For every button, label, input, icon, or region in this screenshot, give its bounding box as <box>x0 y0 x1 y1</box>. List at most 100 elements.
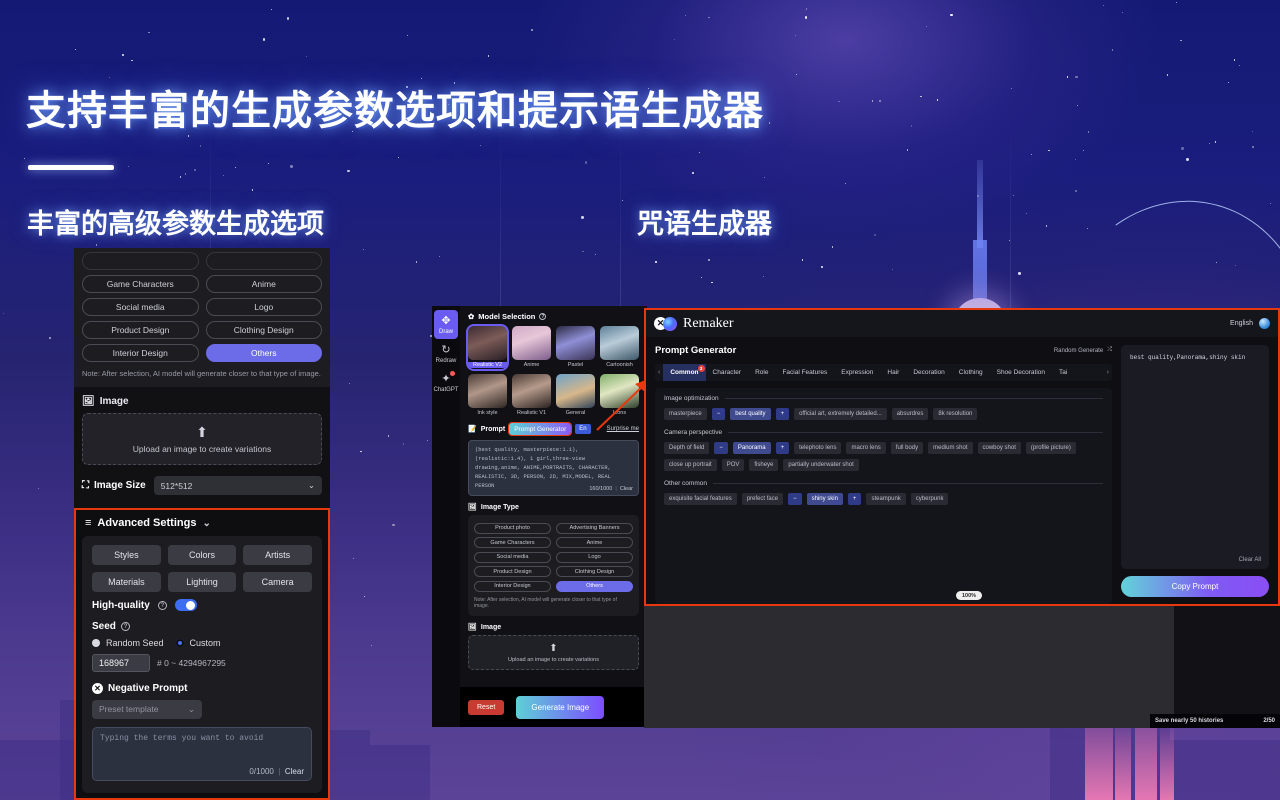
decrement-weight-button[interactable]: − <box>711 408 726 420</box>
image-type-chip[interactable]: Game Characters <box>474 537 551 548</box>
tab-character[interactable]: Character <box>706 364 749 381</box>
chevron-down-icon[interactable]: ⌄ <box>202 518 210 529</box>
tag-medium-shot[interactable]: medium shot <box>928 442 973 454</box>
tabs-prev-arrow[interactable]: ‹ <box>655 369 663 376</box>
help-icon[interactable]: ? <box>157 600 167 610</box>
tag-panorama[interactable]: Panorama <box>732 442 771 454</box>
image-type-chip[interactable]: Clothing Design <box>556 566 633 577</box>
image-type-chip[interactable] <box>82 252 199 270</box>
image-type-chip[interactable]: Others <box>556 580 633 592</box>
image-type-chip[interactable]: Interior Design <box>474 580 551 592</box>
model-card-pastel[interactable]: Pastel <box>556 326 595 369</box>
tabs-next-arrow[interactable]: › <box>1104 369 1112 376</box>
tag-depth-of-field[interactable]: Depth of field <box>664 442 710 454</box>
negative-prompt-clear[interactable]: Clear <box>285 767 304 776</box>
tag-telephoto-lens[interactable]: telephoto lens <box>794 442 842 454</box>
model-card-realistic-v2[interactable]: Realistic V2 <box>466 324 509 371</box>
image-type-chip[interactable]: Advertising Banners <box>556 522 633 534</box>
seed-input[interactable]: 168967 <box>92 654 150 672</box>
tag-exquisite-facial-features[interactable]: exquisite facial features <box>664 493 737 505</box>
tag-best-quality[interactable]: best quality <box>730 408 771 420</box>
sidebar-item-chatgpt[interactable]: ✦ ChatGPT <box>432 368 460 397</box>
language-selector[interactable]: English <box>1230 320 1253 327</box>
prompt-clear[interactable]: Clear <box>620 486 633 492</box>
image-type-chip[interactable]: Logo <box>556 551 633 563</box>
increment-weight-button[interactable]: + <box>775 442 790 454</box>
sidebar-item-draw[interactable]: ✥ Draw <box>434 310 458 339</box>
upload-dropzone[interactable]: ⬆ Upload an image to create variations <box>468 635 639 670</box>
image-type-chip[interactable]: Anime <box>205 275 322 293</box>
surprise-me-link[interactable]: Surprise me <box>607 426 639 432</box>
custom-seed-radio[interactable] <box>175 639 184 647</box>
output-textarea[interactable]: best quality,Panorama,shiny skin Clear A… <box>1121 345 1269 569</box>
negative-prompt-textarea[interactable]: Typing the terms you want to avoid 0/100… <box>92 727 312 781</box>
tag-masterpiece[interactable]: masterpiece <box>664 408 707 420</box>
image-type-chip[interactable]: Social media <box>82 298 199 316</box>
tag-cyberpunk[interactable]: cyberpunk <box>910 493 949 505</box>
tag-close-up-portrait[interactable]: close up portrait <box>664 459 717 471</box>
image-type-chip[interactable]: Logo <box>205 298 322 316</box>
model-card-cartoonish[interactable]: Cartoonish <box>600 326 639 369</box>
image-type-chip[interactable]: Others <box>205 344 322 362</box>
tag-partially-underwater-shot[interactable]: partially underwater shot <box>783 459 859 471</box>
tab-tai[interactable]: Tai <box>1052 364 1074 381</box>
tag-cowboy-shot[interactable]: cowboy shot <box>977 442 1021 454</box>
increment-weight-button[interactable]: + <box>847 493 862 505</box>
globe-icon[interactable] <box>1259 318 1270 329</box>
decrement-weight-button[interactable]: − <box>714 442 728 454</box>
upload-dropzone[interactable]: ⬆ Upload an image to create variations <box>82 413 322 466</box>
help-icon[interactable]: ? <box>120 622 130 631</box>
preset-template-select[interactable]: Preset template ⌄ <box>92 700 202 719</box>
decrement-weight-button[interactable]: − <box>788 493 802 505</box>
advanced-button-materials[interactable]: Materials <box>92 572 161 592</box>
tag-8k-resolution[interactable]: 8k resolution <box>933 408 978 420</box>
advanced-button-colors[interactable]: Colors <box>167 545 237 565</box>
clear-all-button[interactable]: Clear All <box>1239 557 1261 563</box>
random-seed-radio[interactable] <box>92 639 100 647</box>
tab-decoration[interactable]: Decoration <box>906 364 951 381</box>
tag-official-art-extremely-detailed[interactable]: official art, extremely detailed... <box>794 408 887 420</box>
image-type-chip[interactable] <box>205 252 322 270</box>
image-type-chip[interactable]: Clothing Design <box>205 321 322 339</box>
tag-prefect-face[interactable]: prefect face <box>741 493 784 505</box>
tab-facial-features[interactable]: Facial Features <box>775 364 834 381</box>
image-type-chip[interactable]: Product Design <box>474 566 551 577</box>
advanced-settings-header[interactable]: ≡ Advanced Settings ⌄ <box>76 510 328 536</box>
tab-common[interactable]: Common 3 <box>663 364 706 381</box>
copy-prompt-button[interactable]: Copy Prompt <box>1121 576 1269 597</box>
tab-expression[interactable]: Expression <box>834 364 880 381</box>
model-card-anime[interactable]: Anime <box>512 326 551 369</box>
tag-pov[interactable]: POV <box>721 459 745 471</box>
sidebar-item-redraw[interactable]: ↻ Redraw <box>432 339 460 368</box>
reset-button[interactable]: Reset <box>468 699 505 715</box>
high-quality-toggle[interactable] <box>174 599 197 611</box>
tag-full-body[interactable]: full body <box>890 442 924 454</box>
image-type-chip[interactable]: Product Design <box>82 321 199 339</box>
tab-clothing[interactable]: Clothing <box>952 364 990 381</box>
tab-role[interactable]: Role <box>748 364 775 381</box>
tag-profile-picture[interactable]: (profile picture) <box>1025 442 1076 454</box>
tag-absurdres[interactable]: absurdres <box>891 408 929 420</box>
random-generate-button[interactable]: Random Generate ⤮ <box>1054 347 1112 354</box>
advanced-button-lighting[interactable]: Lighting <box>167 572 237 592</box>
tag-steampunk[interactable]: steampunk <box>866 493 906 505</box>
image-type-chip[interactable]: Interior Design <box>82 344 199 362</box>
image-size-select[interactable]: 512*512 ⌄ <box>153 476 322 496</box>
model-card-ink-style[interactable]: Ink style <box>468 374 507 416</box>
image-type-chip[interactable]: Product photo <box>474 522 551 534</box>
prompt-textarea[interactable]: (best quality, masterpiece:1.1), (realis… <box>468 440 639 496</box>
prompt-generator-button[interactable]: Prompt Generator <box>508 422 573 436</box>
image-type-chip[interactable]: Game Characters <box>82 275 199 293</box>
generate-image-button[interactable]: Generate Image <box>516 695 605 719</box>
help-icon[interactable]: ? <box>539 313 547 320</box>
tag-macro-lens[interactable]: macro lens <box>846 442 886 454</box>
advanced-button-artists[interactable]: Artists <box>243 545 313 565</box>
tag-fisheye[interactable]: fisheye <box>749 459 779 471</box>
tag-shiny-skin[interactable]: shiny skin <box>806 493 843 505</box>
tab-hair[interactable]: Hair <box>880 364 906 381</box>
model-card-icons[interactable]: Icons <box>600 374 639 416</box>
advanced-button-styles[interactable]: Styles <box>92 545 161 565</box>
image-type-chip[interactable]: Social media <box>474 551 551 563</box>
advanced-button-camera[interactable]: Camera <box>243 572 313 592</box>
tab-shoe-decoration[interactable]: Shoe Decoration <box>990 364 1052 381</box>
